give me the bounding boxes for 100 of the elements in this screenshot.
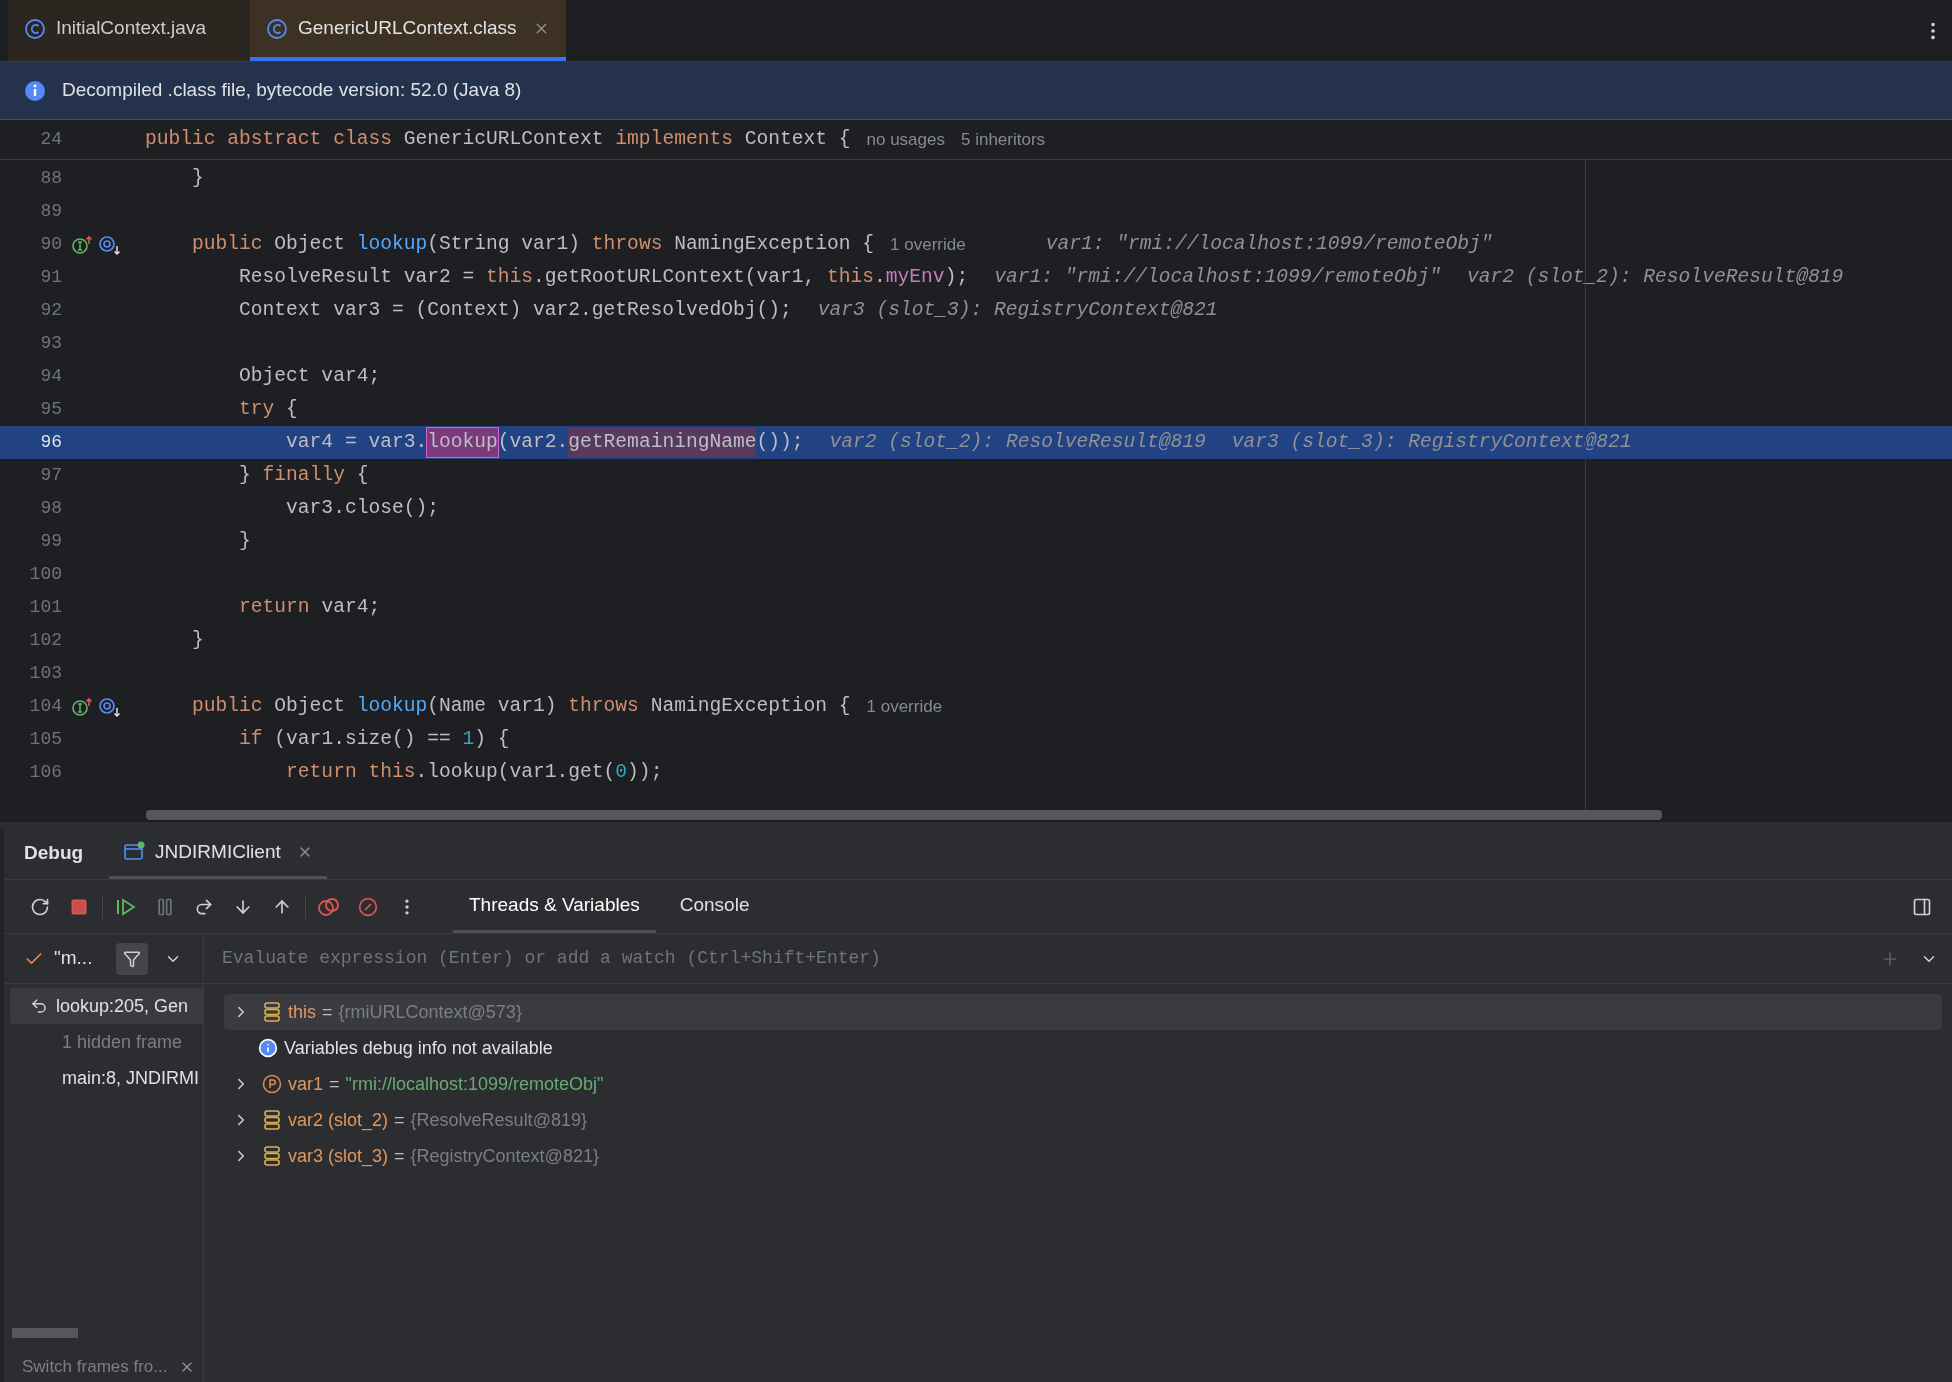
keyword: return this [285, 759, 416, 785]
tab-label: GenericURLContext.class [297, 16, 517, 41]
inline-value-hint: var1: "rmi://localhost:1099/remoteObj" [1045, 231, 1493, 257]
field-icon [262, 1001, 282, 1023]
code-text: NamingException { [650, 693, 851, 719]
keyword: public abstract class [145, 126, 393, 152]
keyword: try [238, 396, 276, 422]
code-text: var4; [321, 594, 381, 620]
info-text: Variables debug info not available [284, 1036, 553, 1060]
view-tab[interactable]: Threads & Variables [453, 880, 656, 933]
banner-text: Decompiled .class file, bytecode version: 52.0 (Java 8) [62, 78, 522, 103]
code-text: var3.close(); [285, 495, 439, 521]
code-text: .lookup(var1.get( [415, 759, 616, 785]
line-number: 90 [39, 233, 62, 256]
equals-sign: = [394, 1144, 405, 1168]
code-text: . [874, 264, 886, 290]
line-number: 92 [39, 299, 62, 322]
keyword: this [486, 264, 534, 290]
code-vision-hint[interactable]: 5 inheritors [960, 126, 1046, 153]
variable-value: {ResolveResult@819} [410, 1108, 587, 1132]
code-text: Object [274, 231, 346, 257]
code-text: (var1.size() == [274, 726, 452, 752]
line-number: 95 [39, 398, 62, 421]
parameter-icon [262, 1074, 282, 1094]
return-arrow-icon [30, 997, 48, 1015]
overridden-icon[interactable] [98, 695, 122, 718]
line-number: 106 [28, 761, 62, 784]
variable-name: var1 [288, 1072, 323, 1096]
editor-tab[interactable]: InitialContext.java [8, 0, 250, 61]
class-icon [24, 17, 46, 40]
keyword: implements [615, 126, 734, 152]
thread-selector[interactable]: "m... [54, 944, 93, 973]
inline-value-hint: var1: "rmi://localhost:1099/remoteObj" [994, 264, 1441, 290]
field-icon [262, 1145, 282, 1167]
tab-label: InitialContext.java [56, 16, 206, 41]
implements-icon[interactable] [72, 234, 94, 255]
keyword: finally [262, 462, 346, 488]
code-text: { [286, 396, 298, 422]
code-text: Context { [744, 126, 851, 152]
session-tab[interactable]: JNDIRMIClient [109, 828, 327, 879]
line-number: 98 [39, 497, 62, 520]
filter-icon [123, 949, 142, 968]
inline-value-hint: var2 (slot_2): ResolveResult@819 [829, 429, 1206, 455]
keyword: public [191, 693, 264, 719]
keyword: public [191, 231, 264, 257]
line-number: 96 [39, 431, 62, 454]
line-number: 104 [28, 695, 62, 718]
method-name: lookup [356, 231, 428, 257]
method-name: lookup [356, 693, 428, 719]
code-vision-hint[interactable]: 1 override [866, 693, 943, 720]
code-text: .getRootURLContext(var1, [533, 264, 817, 290]
variable-value: "rmi://localhost:1099/remoteObj" [345, 1072, 604, 1096]
class-icon [265, 17, 288, 40]
keyword: return [238, 594, 311, 620]
line-number: 101 [28, 596, 62, 619]
code-text: } [238, 462, 252, 488]
usage-highlight: getRemainingName [568, 427, 757, 458]
variable-row[interactable]: this = {rmiURLContext@573} [224, 994, 1942, 1030]
code-text: (Name var1) [427, 693, 558, 719]
editor-tab[interactable]: GenericURLContext.class [249, 0, 566, 61]
view-tab[interactable]: Console [663, 880, 766, 933]
code-text: ); [944, 264, 969, 290]
overridden-icon[interactable] [98, 233, 122, 256]
evaluate-field[interactable]: Evaluate expression (Enter) or add a watch (Ctrl+Shift+Enter) [222, 945, 1880, 972]
filter-button[interactable] [116, 942, 149, 975]
horizontal-scrollbar[interactable] [12, 1328, 78, 1338]
inline-value-hint: var3 (slot_3): RegistryContext@821 [817, 297, 1218, 323]
code-text: Object var4; [238, 363, 381, 389]
code-text: var4 = var3. [285, 429, 428, 455]
code-text: ) { [474, 726, 510, 752]
variable-name: this [288, 1000, 316, 1024]
implements-icon[interactable] [72, 696, 94, 717]
variable-value: {rmiURLContext@573} [338, 1000, 522, 1024]
line-number: 97 [39, 464, 62, 487]
layout-icon[interactable] [1912, 896, 1932, 917]
line-number: 89 [39, 200, 62, 223]
field-icon [262, 1109, 282, 1131]
stack-frame[interactable]: lookup:205, Gen [10, 988, 203, 1024]
line-number: 100 [28, 563, 62, 586]
line-number: 24 [39, 128, 62, 151]
horizontal-scrollbar[interactable] [146, 810, 1662, 820]
number-literal: 0 [615, 759, 628, 785]
code-text: } [238, 528, 251, 554]
inline-value-hint: var2 (slot_2): ResolveResult@819 [1466, 264, 1844, 290]
code-text: } [191, 627, 204, 653]
line-number: 91 [39, 266, 62, 289]
code-text: { [356, 462, 369, 488]
line-number: 102 [28, 629, 62, 652]
keyword: if [238, 726, 264, 752]
variable-name: var3 (slot_3) [288, 1144, 389, 1169]
code-text: )); [627, 759, 663, 785]
number-literal: 1 [462, 726, 475, 752]
hint-text: Switch frames fro... [22, 1356, 168, 1379]
info-icon [24, 79, 46, 102]
panel-title: Debug [24, 841, 84, 866]
stack-frame[interactable]: main:8, JNDIRMI [10, 1060, 203, 1096]
code-vision-hint[interactable]: 1 override [890, 231, 966, 258]
equals-sign: = [329, 1072, 340, 1096]
code-vision-hint[interactable]: no usages [866, 126, 945, 153]
line-number: 93 [39, 332, 62, 355]
